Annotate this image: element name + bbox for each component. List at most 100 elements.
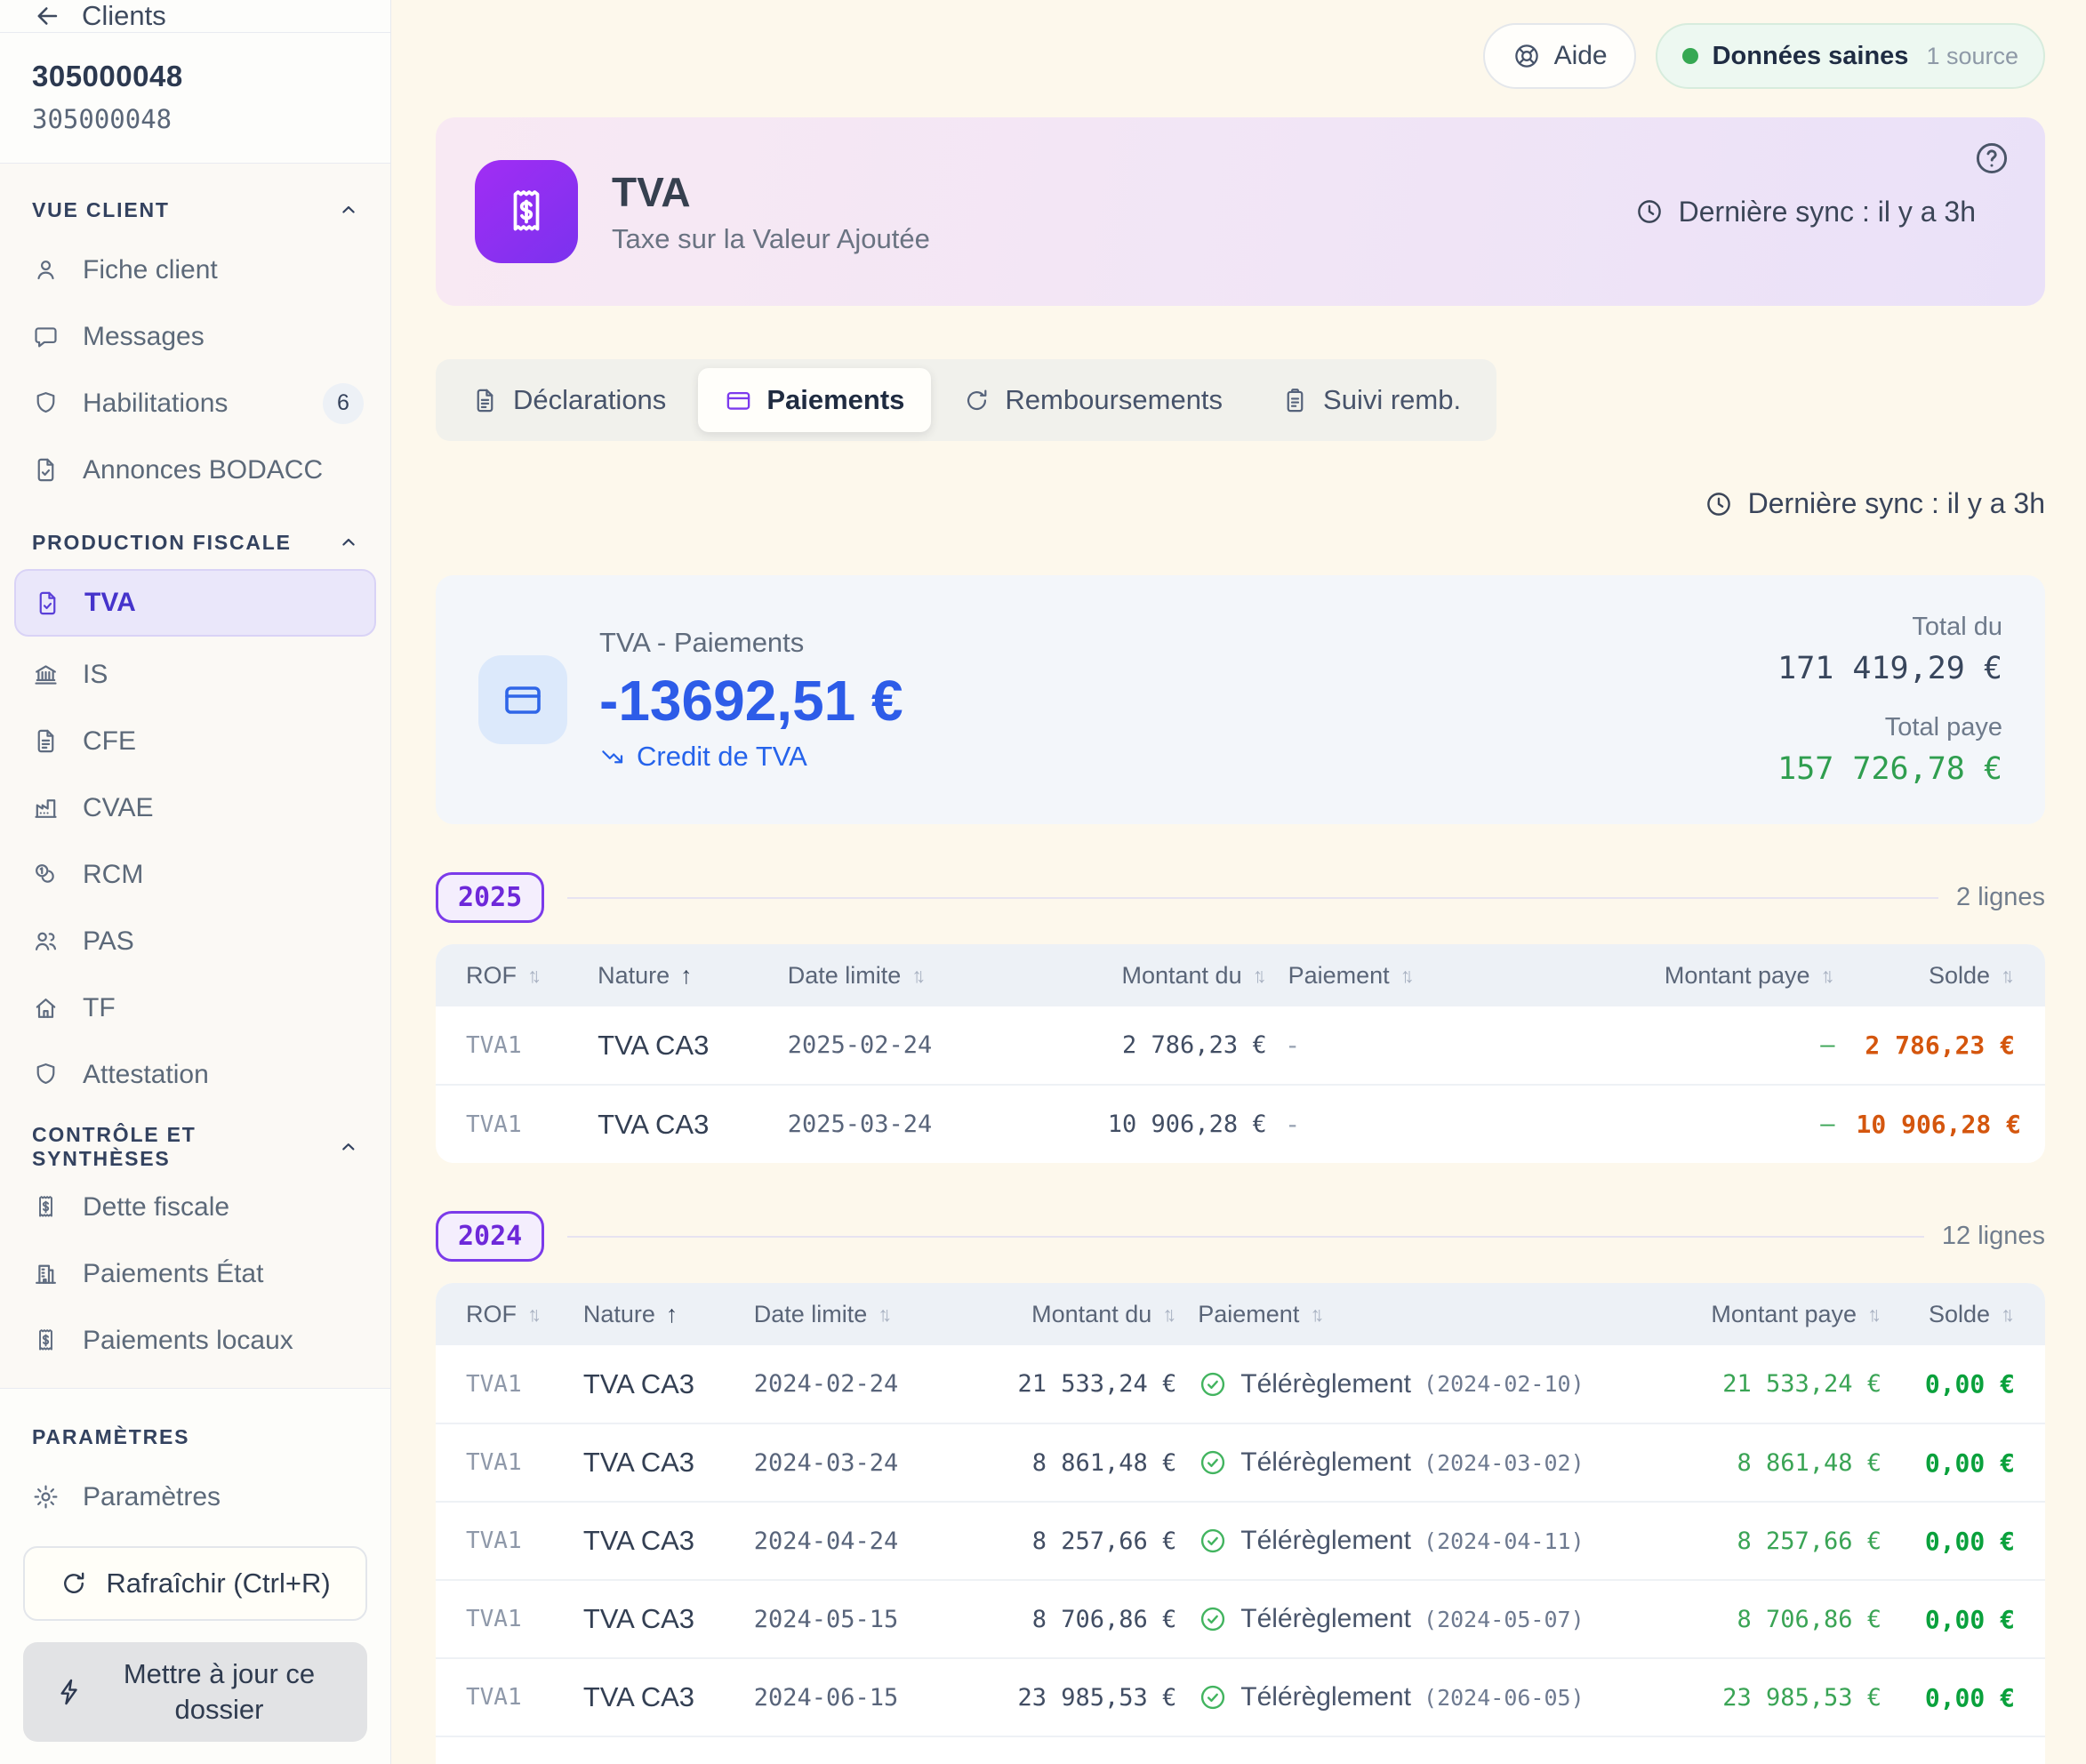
paid-check-icon <box>1198 1604 1228 1634</box>
summary-totals: Total du 171 419,29 € Total paye 157 726… <box>1777 613 2002 787</box>
sidebar-footer: Rafraîchir (Ctrl+R) Mettre à jour ce dos… <box>0 1530 390 1764</box>
section-label: CONTRÔLE ET SYNTHÈSES <box>32 1123 337 1171</box>
page-subtitle: Taxe sur la Valeur Ajoutée <box>612 223 930 255</box>
sidebar-item-tf[interactable]: TF <box>0 974 390 1041</box>
cell-montant-du: 23 985,53 € <box>964 1658 1188 1736</box>
sidebar-item-rcm[interactable]: RCM <box>0 841 390 908</box>
credit-tva-link[interactable]: Credit de TVA <box>599 741 903 773</box>
cell-montant-du: 8 861,48 € <box>964 1423 1188 1502</box>
cell-nature: TVA CA3 <box>573 1580 743 1658</box>
column-header-date[interactable]: Date limite↑↓ <box>743 1283 964 1345</box>
refresh-icon <box>60 1569 88 1598</box>
document-lines-icon <box>471 387 499 414</box>
column-header-nature[interactable]: Nature↑ <box>587 944 777 1006</box>
year-badge: 2024 <box>436 1211 544 1262</box>
cell-montant-paye: 8 861,48 € <box>1630 1423 1892 1502</box>
sidebar-item-cfe[interactable]: CFE <box>0 708 390 774</box>
sidebar-item-cvae[interactable]: CVAE <box>0 774 390 841</box>
cell-date-limite: 2024-06-15 <box>743 1658 964 1736</box>
sidebar-item-pas[interactable]: PAS <box>0 908 390 974</box>
sidebar-item-fiche-client[interactable]: Fiche client <box>0 237 390 303</box>
column-header-due[interactable]: Montant du↑↓ <box>964 1283 1188 1345</box>
column-header-paid[interactable]: Montant paye↑↓ <box>1630 1283 1892 1345</box>
page-title: TVA <box>612 168 930 216</box>
sidebar-item-is[interactable]: IS <box>0 641 390 708</box>
table-row: TVA1 TVA CA3 2024-05-15 8 706,86 € Télér… <box>436 1580 2045 1658</box>
back-label: Clients <box>82 0 166 32</box>
lifebuoy-icon <box>1512 41 1542 71</box>
update-folder-button[interactable]: Mettre à jour ce dossier <box>23 1642 367 1742</box>
sidebar-item-habilitations[interactable]: Habilitations 6 <box>0 370 390 437</box>
cell-nature: TVA CA3 <box>573 1345 743 1423</box>
section-parametres: PARAMÈTRES <box>0 1421 390 1453</box>
column-header-due[interactable]: Montant du↑↓ <box>1055 944 1278 1006</box>
sort-icon: ↑↓ <box>1867 1303 1881 1327</box>
column-header-date[interactable]: Date limite↑↓ <box>777 944 1055 1006</box>
table-row: TVA1 TVA CA3 2024-02-24 21 533,24 € Télé… <box>436 1345 2045 1423</box>
table-row: TVA1 TVA CA3 2024-06-15 23 985,53 € Télé… <box>436 1658 2045 1736</box>
column-header-solde[interactable]: Solde↑↓ <box>1846 944 2045 1006</box>
column-header-rof[interactable]: ROF↑↓ <box>436 944 587 1006</box>
data-health-badge[interactable]: Données saines 1 source <box>1656 23 2045 89</box>
people-icon <box>32 927 60 955</box>
sidebar-item-label: Attestation <box>83 1060 209 1090</box>
paid-check-icon <box>1198 1682 1228 1712</box>
question-circle-icon[interactable] <box>1972 139 2011 178</box>
refresh-button[interactable]: Rafraîchir (Ctrl+R) <box>23 1546 367 1621</box>
tab-suivi-remb[interactable]: Suivi remb. <box>1255 368 1488 432</box>
sidebar-item-annonces-bodacc[interactable]: Annonces BODACC <box>0 437 390 503</box>
column-header-pay[interactable]: Paiement↑↓ <box>1187 1283 1630 1345</box>
tab-label: Remboursements <box>1005 384 1223 416</box>
gear-icon <box>32 1483 60 1511</box>
section-vue-client[interactable]: VUE CLIENT <box>0 194 390 226</box>
sidebar-item-tva[interactable]: TVA <box>14 569 376 637</box>
help-button[interactable]: Aide <box>1483 23 1636 89</box>
cell-solde: 0,00 € <box>1892 1736 2045 1764</box>
column-header-rof[interactable]: ROF↑↓ <box>436 1283 573 1345</box>
sidebar-item-messages[interactable]: Messages <box>0 303 390 370</box>
sidebar-item-dette-fiscale[interactable]: Dette fiscale <box>0 1174 390 1240</box>
sidebar-item-paiements-locaux[interactable]: Paiements locaux <box>0 1307 390 1374</box>
tab-paiements[interactable]: Paiements <box>698 368 931 432</box>
section-controle-syntheses[interactable]: CONTRÔLE ET SYNTHÈSES <box>0 1131 390 1163</box>
cell-montant-du: 8 257,66 € <box>964 1502 1188 1580</box>
sort-icon: ↑↓ <box>2001 964 2015 988</box>
cell-nature: TVA CA3 <box>573 1736 743 1764</box>
last-sync-header: Dernière sync : il y a 3h <box>1634 196 1976 229</box>
chat-icon <box>32 323 60 350</box>
sidebar-item-paiements-etat[interactable]: Paiements État <box>0 1240 390 1307</box>
sidebar-item-label: TVA <box>84 588 136 618</box>
card-tile <box>478 655 567 744</box>
back-to-clients-button[interactable]: Clients <box>0 0 390 33</box>
tab-label: Paiements <box>766 384 904 416</box>
tab-remboursements[interactable]: Remboursements <box>936 368 1249 432</box>
shield-icon <box>32 389 60 417</box>
help-label: Aide <box>1554 41 1608 71</box>
table-row: TVA1 TVA CA3 2024-04-24 8 257,66 € Télér… <box>436 1502 2045 1580</box>
sidebar-item-attestation[interactable]: Attestation <box>0 1041 390 1108</box>
total-paid-block: Total paye 157 726,78 € <box>1777 713 2002 787</box>
tva-tile <box>475 160 578 263</box>
column-header-solde[interactable]: Solde↑↓ <box>1892 1283 2045 1345</box>
document-lines-icon <box>32 727 60 755</box>
sidebar-item-parametres[interactable]: Paramètres <box>0 1463 390 1530</box>
cell-date-limite: 2024-03-24 <box>743 1423 964 1502</box>
cell-date-limite: 2024-04-24 <box>743 1502 964 1580</box>
tab-declarations[interactable]: Déclarations <box>445 368 693 432</box>
payment-date: (2024-05-07) <box>1424 1607 1585 1632</box>
bank-icon <box>32 661 60 688</box>
payment-method: - <box>1288 1030 1297 1061</box>
sidebar-item-label: Habilitations <box>83 389 228 419</box>
topbar: Aide Données saines 1 source <box>436 0 2045 89</box>
cell-nature: TVA CA3 <box>573 1423 743 1502</box>
cell-montant-paye: 8 706,86 € <box>1630 1580 1892 1658</box>
chevron-up-icon <box>337 1135 360 1159</box>
sort-icon: ↑↓ <box>1400 964 1415 988</box>
document-check-icon <box>34 589 61 617</box>
column-header-paid[interactable]: Montant paye↑↓ <box>1538 944 1846 1006</box>
column-header-nature[interactable]: Nature↑ <box>573 1283 743 1345</box>
column-header-pay[interactable]: Paiement↑↓ <box>1278 944 1538 1006</box>
cell-date-limite: 2024-02-24 <box>743 1345 964 1423</box>
section-production-fiscale[interactable]: PRODUCTION FISCALE <box>0 526 390 558</box>
payment-method: Télérèglement <box>1240 1682 1411 1712</box>
